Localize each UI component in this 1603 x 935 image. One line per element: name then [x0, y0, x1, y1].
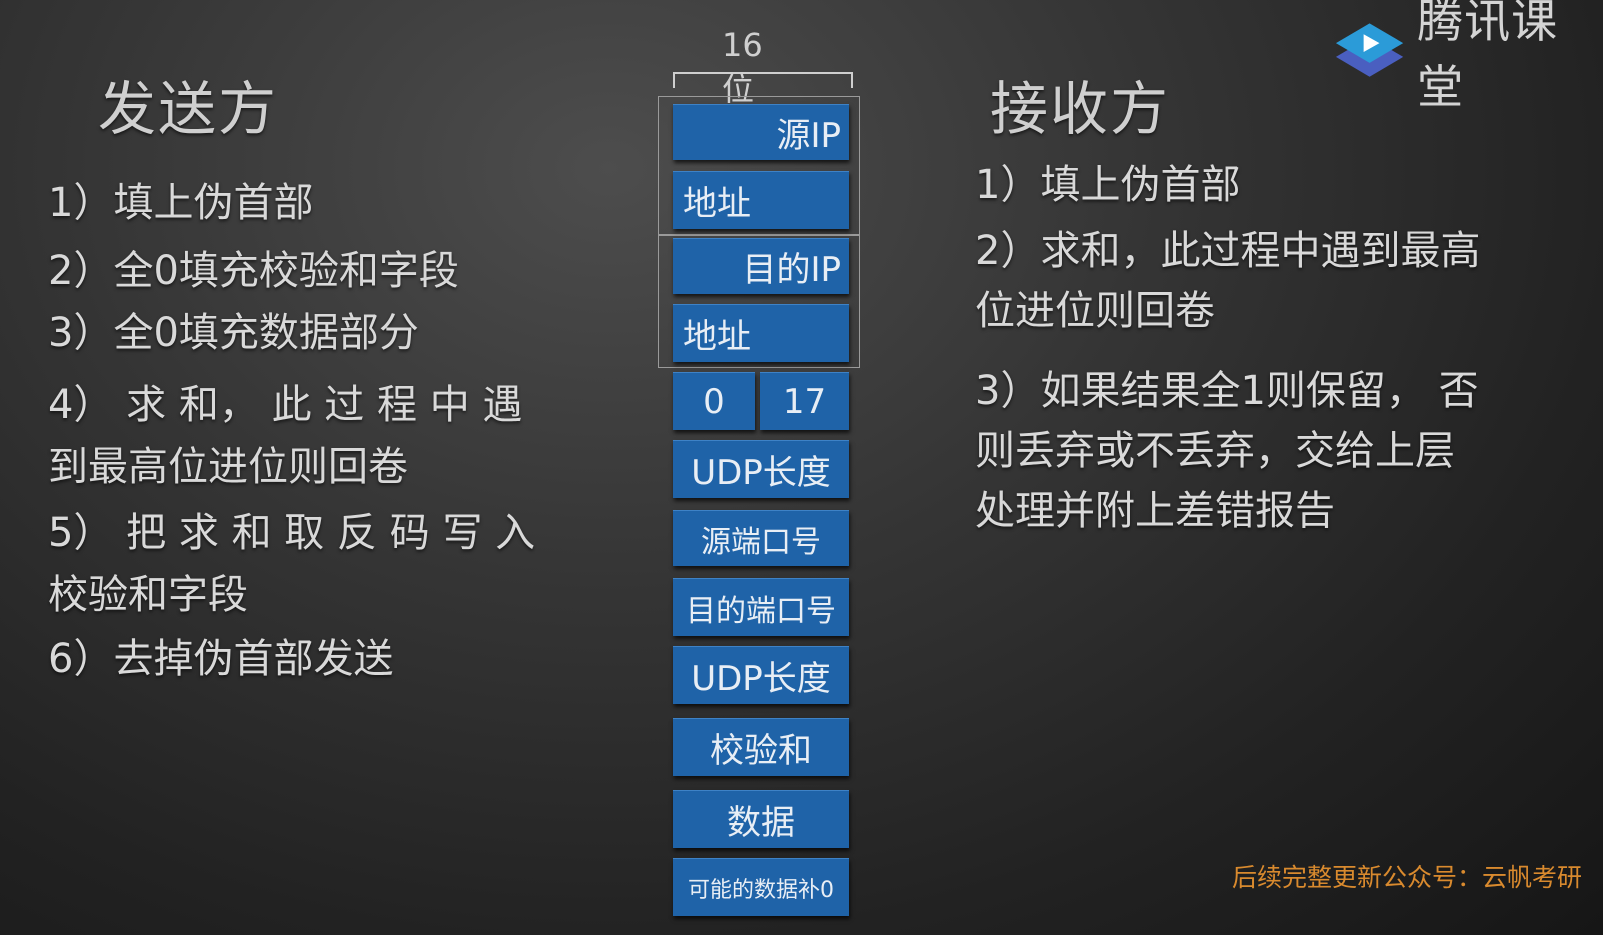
sender-step-5-cont: 校验和字段 — [48, 572, 248, 618]
padding-cell: 可能的数据补0 — [673, 858, 849, 916]
sender-step-4: 4） 求 和， 此 过 程 中 遇 — [48, 382, 523, 428]
sender-step-2: 2）全0填充校验和字段 — [48, 248, 459, 294]
sender-step-1: 1）填上伪首部 — [48, 180, 314, 226]
receiver-step-3-cont-2: 处理并附上差错报告 — [975, 488, 1335, 534]
logo-text: 腾讯课堂 — [1417, 0, 1559, 114]
pseudo-udp-length-cell: UDP长度 — [673, 440, 849, 498]
receiver-step-1: 1）填上伪首部 — [975, 162, 1241, 208]
bit-width-bracket — [673, 72, 853, 88]
receiver-title: 接收方 — [990, 75, 1171, 143]
sender-step-4-cont: 到最高位进位则回卷 — [48, 444, 408, 490]
receiver-step-2-cont: 位进位则回卷 — [975, 288, 1215, 334]
source-ip-cell: 源IP — [673, 104, 849, 160]
sender-step-3: 3）全0填充数据部分 — [48, 310, 419, 356]
sender-title: 发送方 — [98, 75, 279, 143]
udp-length-cell: UDP长度 — [673, 646, 849, 704]
source-port-cell: 源端口号 — [673, 510, 849, 566]
checksum-cell: 校验和 — [673, 718, 849, 776]
footer-watermark-note: 后续完整更新公众号：云帆考研 — [1232, 863, 1583, 892]
receiver-step-3-cont-1: 则丢弃或不丢弃，交给上层 — [975, 428, 1455, 474]
destination-port-cell: 目的端口号 — [673, 578, 849, 636]
receiver-step-3: 3）如果结果全1则保留， 否 — [975, 368, 1479, 414]
tencent-classroom-play-icon — [1335, 23, 1404, 77]
source-ip-address-cell: 地址 — [673, 171, 849, 229]
protocol-field-cell: 17 — [760, 372, 849, 430]
sender-step-5: 5） 把 求 和 取 反 码 写 入 — [48, 510, 536, 556]
zero-field-cell: 0 — [673, 372, 755, 430]
destination-ip-cell: 目的IP — [673, 238, 849, 294]
tencent-classroom-logo: 腾讯课堂 — [1332, 0, 1603, 114]
data-cell: 数据 — [673, 790, 849, 848]
destination-ip-address-cell: 地址 — [673, 304, 849, 362]
sender-step-6: 6）去掉伪首部发送 — [48, 636, 394, 682]
receiver-step-2: 2）求和，此过程中遇到最高 — [975, 228, 1481, 274]
